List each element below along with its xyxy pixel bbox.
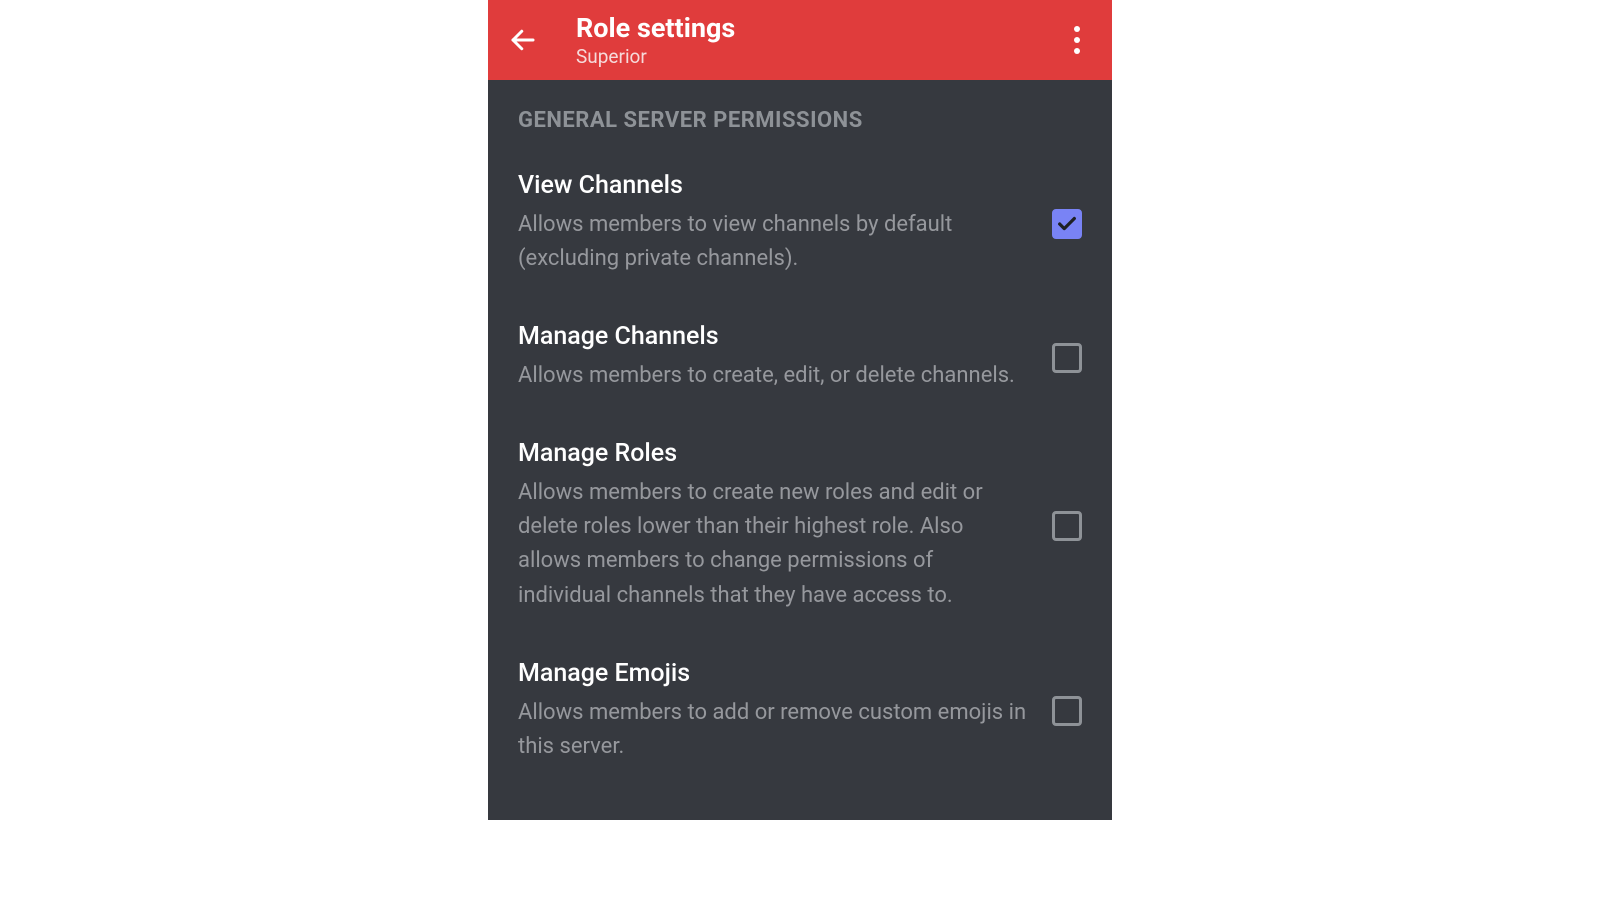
app-header: Role settings Superior: [488, 0, 1112, 80]
header-titles: Role settings Superior: [576, 13, 1024, 68]
permission-title: Manage Emojis: [518, 659, 1028, 688]
permission-description: Allows members to view channels by defau…: [518, 208, 1028, 276]
section-header: GENERAL SERVER PERMISSIONS: [518, 108, 1082, 133]
permissions-content: GENERAL SERVER PERMISSIONS View Channels…: [488, 80, 1112, 820]
overflow-menu-button[interactable]: [1060, 23, 1094, 57]
permission-text: Manage Roles Allows members to create ne…: [518, 439, 1028, 612]
permission-manage-roles[interactable]: Manage Roles Allows members to create ne…: [518, 439, 1082, 612]
permission-title: Manage Roles: [518, 439, 1028, 468]
permission-title: Manage Channels: [518, 322, 1028, 351]
check-icon: [1056, 213, 1078, 235]
back-button[interactable]: [506, 23, 540, 57]
arrow-left-icon: [508, 25, 538, 55]
permission-title: View Channels: [518, 171, 1028, 200]
checkbox-view-channels[interactable]: [1052, 209, 1082, 239]
page-title: Role settings: [576, 13, 1024, 44]
permission-manage-emojis[interactable]: Manage Emojis Allows members to add or r…: [518, 659, 1082, 764]
permission-text: View Channels Allows members to view cha…: [518, 171, 1028, 276]
permission-view-channels[interactable]: View Channels Allows members to view cha…: [518, 171, 1082, 276]
page-subtitle: Superior: [576, 46, 1024, 68]
permission-description: Allows members to create new roles and e…: [518, 476, 1028, 612]
role-settings-screen: Role settings Superior GENERAL SERVER PE…: [488, 0, 1112, 820]
permission-description: Allows members to add or remove custom e…: [518, 696, 1028, 764]
more-vertical-icon: [1074, 26, 1080, 54]
checkbox-manage-emojis[interactable]: [1052, 696, 1082, 726]
permission-text: Manage Channels Allows members to create…: [518, 322, 1028, 393]
permission-manage-channels[interactable]: Manage Channels Allows members to create…: [518, 322, 1082, 393]
permission-description: Allows members to create, edit, or delet…: [518, 359, 1028, 393]
checkbox-manage-roles[interactable]: [1052, 511, 1082, 541]
permission-text: Manage Emojis Allows members to add or r…: [518, 659, 1028, 764]
checkbox-manage-channels[interactable]: [1052, 343, 1082, 373]
